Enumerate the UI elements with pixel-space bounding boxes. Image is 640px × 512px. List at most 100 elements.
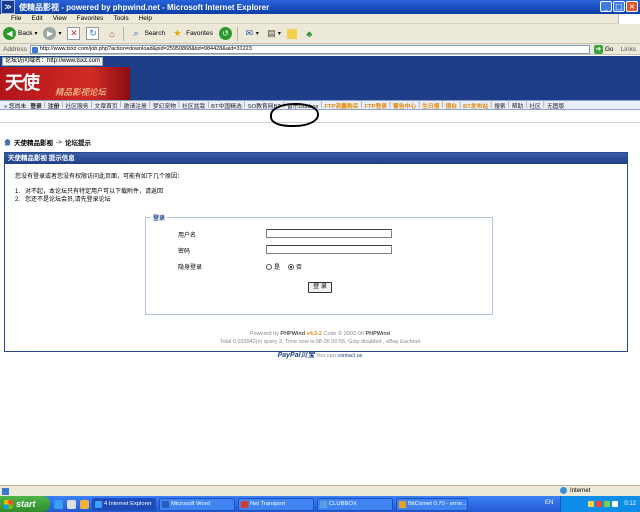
system-tray: EN 0:12 [545, 496, 640, 512]
nav-pets[interactable]: 梦幻宠物 [151, 101, 178, 110]
print-icon: ▤ [267, 28, 276, 38]
app-logo-icon: ≫ [1, 0, 15, 14]
desktop-quicklaunch-icon[interactable] [67, 499, 76, 509]
maximize-button[interactable]: □ [613, 1, 625, 12]
tray-icon[interactable] [596, 501, 603, 507]
nav-community[interactable]: 社区 [527, 101, 543, 110]
menu-edit[interactable]: Edit [26, 15, 47, 22]
paypal-logo[interactable]: PayPal贝宝 [278, 352, 315, 359]
login-legend: 登录 [151, 213, 168, 222]
contact-us-link[interactable]: contact us [337, 353, 362, 359]
nav-community-service[interactable]: 社区服务 [63, 101, 90, 110]
hidden-no-radio[interactable] [288, 263, 295, 270]
nav-invite[interactable]: 邀请注册 [122, 101, 149, 110]
breadcrumb-current: 论坛提示 [64, 140, 91, 147]
go-button[interactable]: ➜ Go [593, 44, 614, 54]
password-input[interactable] [266, 245, 392, 254]
forum-banner: 论坛访问域名：http://www.tsxz.com 天使 精品影视论坛 [0, 56, 640, 100]
home-button[interactable]: ⌂ [102, 25, 121, 43]
messenger-button[interactable]: ♣ [300, 25, 319, 43]
back-button[interactable]: ◀ Back ▾ [0, 25, 40, 43]
mail-button[interactable]: ✉ ▾ [240, 25, 262, 43]
nav-bank[interactable]: 银台 [443, 101, 459, 110]
windows-flag-icon [618, 14, 640, 24]
nav-birthday[interactable]: 生日报 [420, 101, 441, 110]
nav-help[interactable]: 帮助 [510, 101, 526, 110]
tray-icon[interactable] [612, 501, 619, 507]
net-transport-icon [241, 500, 248, 508]
hidden-yes-radio[interactable] [266, 263, 272, 270]
nav-bonsai[interactable]: 社区盆栽 [180, 101, 207, 110]
history-button[interactable]: ↺ [216, 25, 235, 43]
address-input[interactable]: http://www.tsxz.com/job.php?action=downl… [29, 44, 590, 54]
go-label: Go [604, 45, 614, 53]
window-title-bar[interactable]: ≫ 使精品影视 - powered by phpwind.net - Micro… [0, 0, 640, 14]
edit-button[interactable] [284, 25, 300, 43]
address-bar: Address http://www.tsxz.com/job.php?acti… [0, 44, 640, 55]
login-button[interactable]: 登 录 [308, 282, 332, 293]
task-internet-explorer[interactable]: 4 Internet Explorer [92, 497, 156, 511]
task-net-transport[interactable]: Net Transport [238, 497, 314, 511]
minimize-button[interactable]: _ [600, 1, 612, 12]
forward-button[interactable]: ▶ ▾ [40, 25, 64, 43]
page-viewport[interactable]: 论坛访问域名：http://www.tsxz.com 天使 精品影视论坛 » 您… [0, 56, 640, 485]
print-button[interactable]: ▤ ▾ [262, 25, 284, 43]
nav-search[interactable]: 搜索 [492, 101, 508, 110]
windows-flag-icon [4, 499, 13, 509]
hidden-login-options: 是 否 [266, 262, 310, 271]
menu-favorites[interactable]: Favorites [72, 15, 109, 22]
username-input[interactable] [266, 229, 392, 238]
nav-article-home[interactable]: 文章首页 [93, 101, 120, 110]
tray-icon[interactable] [604, 501, 611, 507]
start-button[interactable]: start [0, 496, 50, 512]
tray-icon[interactable] [588, 501, 595, 507]
chevron-down-icon: ▾ [277, 31, 281, 37]
nav-register[interactable]: 注册 [46, 101, 62, 110]
language-indicator[interactable]: EN [545, 500, 553, 506]
username-label: 用户名 [178, 233, 197, 239]
page-icon [31, 46, 38, 53]
phpwind-link[interactable]: PHPWind [280, 331, 305, 337]
clock[interactable]: 0:12 [624, 501, 636, 507]
breadcrumb-home[interactable]: 天使精品影视 [14, 137, 53, 147]
task-bitcomet[interactable]: BitComet 0.70 - error... [396, 497, 468, 511]
nav-login[interactable]: 登录 [28, 101, 44, 110]
hidden-yes-label: 是 [274, 265, 281, 271]
refresh-icon: ↻ [86, 27, 100, 40]
notice-message: 您没有登录或者您没有权限访问此页面，可能有如下几个原因： [15, 174, 184, 180]
stop-button[interactable]: ✕ [64, 25, 83, 43]
chevron-down-icon: ▾ [58, 31, 62, 37]
task-microsoft-word[interactable]: Microsoft Word [159, 497, 235, 511]
nav-bt-publish[interactable]: BT发布站 [461, 101, 490, 110]
login-form: 登录 用户名 密码 隐身登录 是 否 登 录 [145, 213, 493, 315]
clubbox-icon [320, 500, 327, 508]
task-clubbox[interactable]: CLUBBOX [317, 497, 393, 511]
refresh-button[interactable]: ↻ [83, 25, 102, 43]
nav-spacer [0, 111, 640, 123]
site-domain-notice: 论坛访问域名：http://www.tsxz.com [2, 57, 104, 66]
menu-tools[interactable]: Tools [108, 15, 133, 22]
close-button[interactable]: × [626, 1, 638, 12]
search-button[interactable]: ⌕ Search [126, 25, 168, 43]
forum-logo[interactable]: 天使 精品影视论坛 [0, 67, 130, 100]
hidden-no-label: 否 [296, 265, 303, 271]
favorites-button[interactable]: ★ Favorites [168, 25, 216, 43]
notice-header: 天使精品影视 提示信息 [5, 153, 627, 164]
nav-ftp-buy[interactable]: FTP流量购买 [322, 101, 360, 110]
menu-file[interactable]: File [6, 15, 26, 22]
logo-subtitle: 精品影视论坛 [55, 88, 107, 98]
chevron-down-icon: ▾ [34, 31, 38, 37]
links-button[interactable]: Links [621, 46, 636, 53]
hidden-login-label: 隐身登录 [178, 265, 203, 271]
menu-view[interactable]: View [48, 15, 72, 22]
nav-warning-center[interactable]: 警告中心 [391, 101, 418, 110]
nav-no-image[interactable]: 无图版 [545, 101, 566, 110]
ie-quicklaunch-icon[interactable] [54, 499, 63, 509]
password-label: 密码 [178, 249, 191, 255]
nav-bt-china[interactable]: BT中国精选 [209, 101, 244, 110]
back-arrow-icon: ◀ [3, 27, 16, 40]
menu-help[interactable]: Help [134, 15, 157, 22]
media-quicklaunch-icon[interactable] [80, 499, 89, 509]
toolbar-separator [236, 26, 238, 41]
nav-ftp-login[interactable]: FTP登录 [362, 101, 389, 110]
